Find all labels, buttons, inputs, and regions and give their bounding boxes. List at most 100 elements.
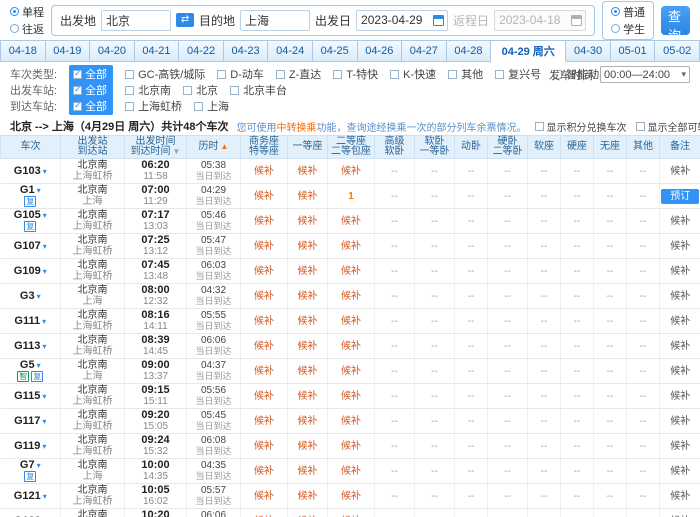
- train-number-cell: G121▾: [1, 484, 61, 509]
- trip-roundtrip-radio[interactable]: 往返: [10, 21, 44, 37]
- train-number[interactable]: G111: [14, 315, 40, 327]
- filter-option-北京[interactable]: 北京: [183, 82, 218, 98]
- candidate-link[interactable]: 候补: [670, 441, 690, 452]
- train-number[interactable]: G3: [20, 290, 35, 302]
- chevron-down-icon[interactable]: ▾: [42, 317, 46, 326]
- candidate-link[interactable]: 候补: [670, 241, 690, 252]
- train-number[interactable]: G121: [14, 490, 41, 502]
- candidate-link[interactable]: 候补: [670, 266, 690, 277]
- chevron-down-icon[interactable]: ▾: [43, 211, 47, 220]
- date-tab-04-18[interactable]: 04-18: [0, 40, 46, 62]
- depart-time: 08:16: [125, 310, 186, 321]
- from-station: 北京南: [61, 460, 124, 471]
- filter-option-Z-直达[interactable]: Z-直达: [276, 66, 321, 82]
- candidate-link[interactable]: 候补: [670, 366, 690, 377]
- chevron-down-icon[interactable]: ▾: [37, 292, 41, 301]
- depart-time-select[interactable]: 00:00—24:00 ▾: [600, 66, 690, 83]
- candidate-link[interactable]: 候补: [670, 166, 690, 177]
- transfer-tip-highlight[interactable]: 中转换乘: [277, 123, 317, 134]
- chevron-down-icon[interactable]: ▾: [42, 417, 46, 426]
- filter-option-复兴号[interactable]: 复兴号: [495, 66, 541, 82]
- chevron-down-icon[interactable]: ▾: [37, 361, 41, 370]
- date-tab-04-19[interactable]: 04-19: [46, 40, 91, 62]
- date-tab-05-02[interactable]: 05-02: [655, 40, 700, 62]
- depart-time: 06:20: [125, 160, 186, 171]
- calendar-icon[interactable]: [433, 15, 444, 26]
- candidate-link[interactable]: 候补: [670, 291, 690, 302]
- date-tab-04-30[interactable]: 04-30: [566, 40, 611, 62]
- filter-option-北京丰台[interactable]: 北京丰台: [230, 82, 287, 98]
- filter-option-上海[interactable]: 上海: [194, 98, 229, 114]
- duration-cell: 04:29当日到达: [187, 184, 241, 209]
- duration-cell: 04:35当日到达: [187, 459, 241, 484]
- train-number[interactable]: G117: [14, 415, 40, 427]
- chevron-down-icon[interactable]: ▾: [37, 186, 41, 195]
- date-tab-04-23[interactable]: 04-23: [224, 40, 269, 62]
- date-tab-04-20[interactable]: 04-20: [90, 40, 135, 62]
- train-number[interactable]: G115: [14, 390, 40, 402]
- seat-availability-cell: 候补: [328, 409, 375, 434]
- passenger-normal-radio[interactable]: 普通: [611, 4, 645, 20]
- filter-option-其他[interactable]: 其他: [448, 66, 483, 82]
- candidate-link[interactable]: 候补: [670, 316, 690, 327]
- date-tab-05-01[interactable]: 05-01: [611, 40, 656, 62]
- remark-cell: 候补: [660, 384, 700, 409]
- chevron-down-icon[interactable]: ▾: [43, 267, 47, 276]
- chevron-down-icon[interactable]: ▾: [42, 342, 46, 351]
- remark-cell: 候补: [660, 234, 700, 259]
- trip-oneway-radio[interactable]: 单程: [10, 4, 44, 20]
- train-number[interactable]: G107: [14, 240, 41, 252]
- chevron-down-icon[interactable]: ▾: [43, 492, 47, 501]
- filter-select-all[interactable]: 全部: [69, 97, 113, 115]
- to-input[interactable]: [240, 10, 310, 31]
- toggle-points-exchange[interactable]: 显示积分兑换车次: [535, 119, 627, 134]
- seat-availability-cell: --: [455, 209, 488, 234]
- filter-option-T-特快[interactable]: T-特快: [333, 66, 378, 82]
- date-tab-04-29[interactable]: 04-29 周六: [491, 40, 566, 62]
- train-number[interactable]: G105: [14, 209, 41, 221]
- candidate-link[interactable]: 候补: [670, 491, 690, 502]
- train-number[interactable]: G109: [14, 265, 41, 277]
- train-number[interactable]: G7: [20, 459, 35, 471]
- date-tab-04-25[interactable]: 04-25: [313, 40, 358, 62]
- filter-option-K-快速[interactable]: K-快速: [390, 66, 436, 82]
- filter-option-上海虹桥[interactable]: 上海虹桥: [125, 98, 182, 114]
- train-number[interactable]: G1: [20, 184, 35, 196]
- train-number[interactable]: G5: [20, 359, 35, 371]
- toggle-all-bookable[interactable]: 显示全部可转订车次: [636, 119, 700, 134]
- from-input[interactable]: [101, 10, 171, 31]
- book-button[interactable]: 预订: [661, 189, 699, 204]
- chevron-down-icon[interactable]: ▾: [37, 461, 41, 470]
- sort-asc-icon: ▲: [221, 142, 229, 151]
- chevron-down-icon[interactable]: ▾: [43, 242, 47, 251]
- candidate-link[interactable]: 候补: [670, 391, 690, 402]
- train-number[interactable]: G119: [14, 440, 40, 452]
- train-number[interactable]: G113: [14, 340, 40, 352]
- filter-option-GC-高铁/城际[interactable]: GC-高铁/城际: [125, 66, 205, 82]
- filter-option-D-动车[interactable]: D-动车: [217, 66, 264, 82]
- candidate-link[interactable]: 候补: [670, 416, 690, 427]
- date-tab-04-26[interactable]: 04-26: [358, 40, 403, 62]
- date-tab-04-28[interactable]: 04-28: [447, 40, 492, 62]
- date-tab-04-27[interactable]: 04-27: [402, 40, 447, 62]
- candidate-link[interactable]: 候补: [670, 216, 690, 227]
- fuxing-badge: 复: [24, 471, 36, 482]
- date-tab-04-22[interactable]: 04-22: [179, 40, 224, 62]
- chevron-down-icon[interactable]: ▾: [42, 392, 46, 401]
- chevron-down-icon[interactable]: ▾: [42, 442, 46, 451]
- date-tab-04-24[interactable]: 04-24: [268, 40, 313, 62]
- column-header[interactable]: 出发时间到达时间▼: [125, 136, 187, 159]
- date-tab-04-21[interactable]: 04-21: [135, 40, 180, 62]
- passenger-student-radio[interactable]: 学生: [611, 21, 645, 37]
- chevron-down-icon[interactable]: ▾: [43, 167, 47, 176]
- candidate-link[interactable]: 候补: [670, 466, 690, 477]
- filter-option-北京南[interactable]: 北京南: [125, 82, 171, 98]
- seat-availability-cell: --: [561, 334, 594, 359]
- swap-stations-icon[interactable]: ⇄: [176, 13, 194, 27]
- seat-availability-cell: 候补: [288, 184, 328, 209]
- candidate-link[interactable]: 候补: [670, 341, 690, 352]
- times-cell: 08:3914:45: [125, 334, 187, 359]
- column-header[interactable]: 历时▲: [187, 136, 241, 159]
- query-button[interactable]: 查询: [661, 6, 690, 35]
- train-number[interactable]: G103: [14, 165, 41, 177]
